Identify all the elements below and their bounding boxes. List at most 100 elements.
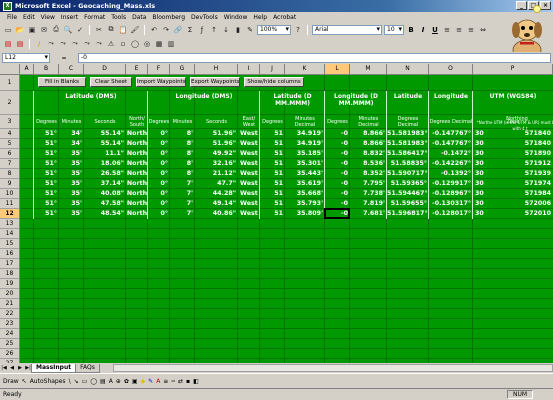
cell-lons[interactable]: 49.92" bbox=[195, 149, 238, 159]
cell-dd_lat[interactable]: 51.586417° bbox=[387, 149, 429, 159]
prev-sheet-icon[interactable]: ◀ bbox=[8, 364, 16, 372]
cell-dmm_lond[interactable]: -0 bbox=[325, 209, 350, 219]
help-icon[interactable]: ? bbox=[293, 25, 303, 35]
textbox-icon[interactable]: ▤ bbox=[100, 378, 106, 385]
tab-faqs[interactable]: FAQs bbox=[75, 363, 100, 373]
cell-northing[interactable]: 571840 bbox=[487, 139, 553, 149]
sort-ascending-icon[interactable]: ↑ bbox=[209, 25, 219, 35]
menu-help[interactable]: Help bbox=[250, 14, 270, 21]
column-header-d[interactable]: D bbox=[84, 64, 126, 75]
cell-dmm_lond[interactable]: -0 bbox=[325, 129, 350, 139]
autoshapes-menu[interactable]: AutoShapes bbox=[30, 378, 66, 385]
merge-center-icon[interactable]: ⇔ bbox=[478, 25, 488, 35]
cell-dd_lat[interactable]: 51.594467° bbox=[387, 189, 429, 199]
print-icon[interactable]: ⎙ bbox=[51, 25, 61, 35]
italic-button[interactable]: I bbox=[418, 25, 428, 35]
permission-icon[interactable]: ✉ bbox=[39, 25, 49, 35]
dash-style-icon[interactable]: ┅ bbox=[171, 378, 175, 385]
cell-dd_lon[interactable]: -0.130317° bbox=[429, 199, 473, 209]
cell-dmm_latm[interactable]: 35.809' bbox=[285, 209, 325, 219]
row-header-8[interactable]: 8 bbox=[0, 169, 20, 179]
cell-dmm_lond[interactable]: -0 bbox=[325, 169, 350, 179]
row-header-3[interactable]: 3 bbox=[0, 115, 20, 129]
font-select[interactable]: Arial bbox=[312, 24, 382, 35]
cell-dmm_latm[interactable]: 35.443' bbox=[285, 169, 325, 179]
row-header-19[interactable]: 19 bbox=[0, 279, 20, 289]
cell-dmm_lonm[interactable]: 8.352' bbox=[350, 169, 387, 179]
row-header-21[interactable]: 21 bbox=[0, 299, 20, 309]
diagram-icon[interactable]: ⊕ bbox=[116, 378, 121, 385]
spelling-icon[interactable]: ✓ bbox=[75, 25, 85, 35]
watch-window-icon[interactable]: ▦ bbox=[154, 39, 164, 49]
draw-menu[interactable]: Draw bbox=[3, 378, 19, 385]
oval-icon[interactable]: ◯ bbox=[90, 378, 97, 385]
cell-ns[interactable]: North bbox=[126, 199, 148, 209]
remove-dependents-icon[interactable]: ⤳ bbox=[82, 39, 92, 49]
cell-ns[interactable]: North bbox=[126, 189, 148, 199]
cell-ew[interactable]: West bbox=[238, 199, 260, 209]
cell-lonm[interactable]: 8' bbox=[170, 149, 195, 159]
cell-ns[interactable]: North bbox=[126, 209, 148, 219]
cell-latm[interactable]: 35' bbox=[59, 209, 84, 219]
cell-lond[interactable]: 0° bbox=[148, 149, 170, 159]
cell-lonm[interactable]: 8' bbox=[170, 139, 195, 149]
cell-dd_lon[interactable]: -0.1392° bbox=[429, 169, 473, 179]
cell-latm[interactable]: 35' bbox=[59, 149, 84, 159]
cell-ew[interactable]: West bbox=[238, 169, 260, 179]
cell-lond[interactable]: 0° bbox=[148, 169, 170, 179]
cell-dmm_latm[interactable]: 35.793' bbox=[285, 199, 325, 209]
trace-dependents-icon[interactable]: ⤳ bbox=[70, 39, 80, 49]
cell-northing[interactable]: 572010 bbox=[487, 209, 553, 219]
row-header-26[interactable]: 26 bbox=[0, 349, 20, 359]
show-hide-columns-button[interactable]: Show/hide columns bbox=[244, 77, 304, 87]
cell-dd_lon[interactable]: -0.1472° bbox=[429, 149, 473, 159]
cell-dmm_latd[interactable]: 51 bbox=[260, 129, 285, 139]
cell-dmm_lond[interactable]: -0 bbox=[325, 139, 350, 149]
cell-latd[interactable]: 51° bbox=[34, 169, 59, 179]
menu-window[interactable]: Window bbox=[221, 14, 251, 21]
drawing-icon[interactable]: ✎ bbox=[245, 25, 255, 35]
cell-lonm[interactable]: 7' bbox=[170, 189, 195, 199]
menu-format[interactable]: Format bbox=[81, 14, 108, 21]
picture-icon[interactable]: ▣ bbox=[132, 378, 138, 385]
cell-dmm_latm[interactable]: 35.185' bbox=[285, 149, 325, 159]
cell-dmm_latd[interactable]: 51 bbox=[260, 199, 285, 209]
export-waypoints-button[interactable]: Export Waypoints bbox=[190, 77, 240, 87]
cell-lats[interactable]: 11.1" bbox=[84, 149, 126, 159]
horizontal-scrollbar[interactable] bbox=[113, 364, 553, 372]
rectangle-icon[interactable]: ▭ bbox=[82, 378, 88, 385]
cell-dmm_lonm[interactable]: 8.832' bbox=[350, 149, 387, 159]
align-left-icon[interactable]: ≡ bbox=[442, 25, 452, 35]
cell-dmm_lond[interactable]: -0 bbox=[325, 149, 350, 159]
undo-icon[interactable]: ↶ bbox=[149, 25, 159, 35]
cell-lons[interactable]: 51.96" bbox=[195, 129, 238, 139]
cell-lats[interactable]: 18.06" bbox=[84, 159, 126, 169]
column-header-o[interactable]: O bbox=[429, 64, 473, 75]
cell-dmm_latd[interactable]: 51 bbox=[260, 189, 285, 199]
row-header-7[interactable]: 7 bbox=[0, 159, 20, 169]
cell-lonm[interactable]: 8' bbox=[170, 169, 195, 179]
menu-file[interactable]: File bbox=[4, 14, 20, 21]
cell-lats[interactable]: 47.58" bbox=[84, 199, 126, 209]
column-header-m[interactable]: M bbox=[350, 64, 387, 75]
cell-ns[interactable]: North bbox=[126, 139, 148, 149]
cell-ew[interactable]: West bbox=[238, 129, 260, 139]
column-header-e[interactable]: E bbox=[126, 64, 148, 75]
cell-latm[interactable]: 34' bbox=[59, 139, 84, 149]
cell-dd_lon[interactable]: -0.142267° bbox=[429, 159, 473, 169]
cell-latd[interactable]: 51° bbox=[34, 179, 59, 189]
sort-descending-icon[interactable]: ↓ bbox=[221, 25, 231, 35]
cell-dmm_lond[interactable]: -0 bbox=[325, 179, 350, 189]
remove-precedents-icon[interactable]: ⤳ bbox=[58, 39, 68, 49]
row-header-9[interactable]: 9 bbox=[0, 179, 20, 189]
cell-dd_lat[interactable]: 51.581983° bbox=[387, 139, 429, 149]
wordart-icon[interactable]: A bbox=[109, 378, 113, 385]
cell-lond[interactable]: 0° bbox=[148, 199, 170, 209]
select-all-corner[interactable] bbox=[0, 64, 20, 75]
menu-bloomberg[interactable]: Bloomberg bbox=[149, 14, 188, 21]
cell-dd_lon[interactable]: -0.128967° bbox=[429, 189, 473, 199]
cell-lats[interactable]: 55.14" bbox=[84, 139, 126, 149]
autosum-icon[interactable]: Σ bbox=[185, 25, 195, 35]
cell-latm[interactable]: 35' bbox=[59, 159, 84, 169]
cell-dmm_lonm[interactable]: 8.866' bbox=[350, 129, 387, 139]
